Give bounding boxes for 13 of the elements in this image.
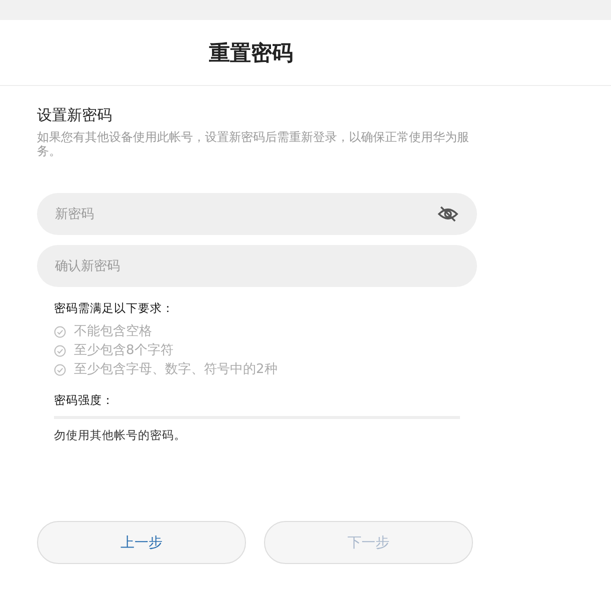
section-title: 设置新密码	[37, 106, 113, 125]
requirement-text: 不能包含空格	[74, 323, 152, 341]
strength-label: 密码强度：	[54, 393, 115, 408]
confirm-password-field[interactable]: 确认新密码	[37, 245, 477, 287]
eye-hidden-icon[interactable]	[437, 205, 459, 223]
requirement-text: 至少包含8个字符	[74, 342, 174, 360]
note-text: 勿使用其他帐号的密码。	[54, 428, 187, 443]
password-field[interactable]: 新密码	[37, 193, 477, 235]
requirements-title: 密码需满足以下要求：	[54, 301, 175, 316]
description-text: 如果您有其他设备使用此帐号，设置新密码后需重新登录，以确保正常使用华为服务。	[37, 130, 469, 158]
previous-button[interactable]: 上一步	[37, 521, 246, 564]
requirement-text: 至少包含字母、数字、符号中的2种	[74, 361, 278, 379]
dialog-title: 重置密码	[209, 38, 293, 66]
